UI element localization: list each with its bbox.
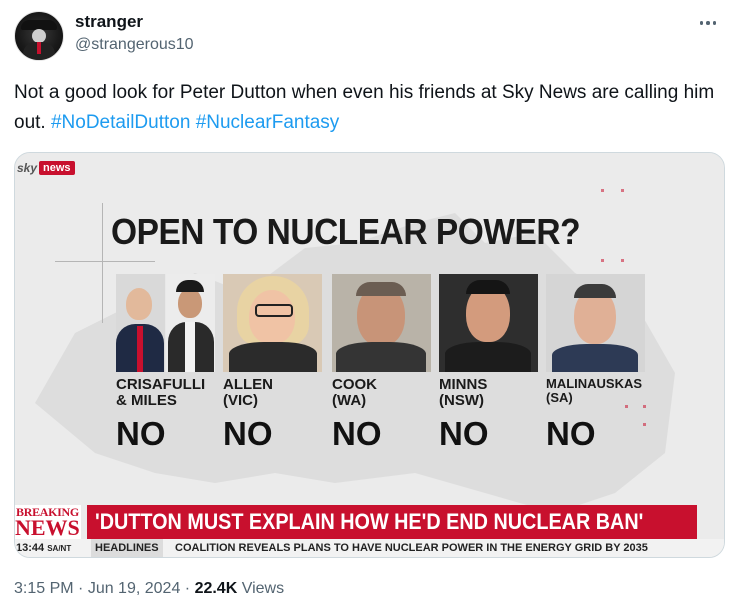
tweet-header: stranger @strangerous10 (14, 8, 723, 64)
name-line: CRISAFULLI (116, 376, 206, 393)
crosshair-line (102, 203, 103, 323)
politician-name: ALLEN (VIC) (223, 377, 273, 409)
ticker-zone: SA/NT (47, 544, 72, 553)
tweet-date[interactable]: Jun 19, 2024 (88, 580, 181, 597)
news-logo-badge: news (39, 161, 75, 175)
avatar[interactable] (14, 11, 64, 61)
name-line: (VIC) (223, 392, 258, 409)
breaking-headline-text: 'DUTTON MUST EXPLAIN HOW HE'D END NUCLEA… (95, 509, 644, 534)
verdict-label: NO (116, 415, 166, 452)
politician-photo (223, 274, 322, 372)
meta-separator: · (73, 580, 88, 597)
tweet-meta: 3:15 PM · Jun 19, 2024 · 22.4K Views (14, 580, 284, 598)
decor-dot (643, 423, 646, 426)
views-count[interactable]: 22.4K (195, 580, 238, 597)
news-text: NEWS (15, 515, 80, 540)
meta-separator: · (180, 580, 195, 597)
verdict-label: NO (439, 415, 489, 452)
graphic-headline: OPEN TO NUCLEAR POWER? (111, 211, 581, 252)
ticker-label: HEADLINES (91, 539, 163, 557)
politician-name: MALINAUSKAS (SA) (546, 377, 642, 405)
politician-photo (546, 274, 645, 372)
name-line: COOK (332, 376, 377, 393)
decor-dot (621, 259, 624, 262)
tweet-time[interactable]: 3:15 PM (14, 580, 74, 597)
politician-photo (332, 274, 431, 372)
name-line: & MILES (116, 392, 177, 409)
hashtag-link[interactable]: #NuclearFantasy (196, 112, 340, 133)
more-options-button[interactable] (695, 14, 721, 32)
views-label: Views (237, 580, 285, 597)
avatar-tie (37, 42, 41, 54)
name-line: (NSW) (439, 392, 484, 409)
verdict-label: NO (223, 415, 273, 452)
news-ticker: 13:44 SA/NT HEADLINES COALITION REVEALS … (15, 539, 724, 557)
breaking-news-bar: BREAKING NEWS 'DUTTON MUST EXPLAIN HOW H… (15, 505, 724, 540)
verdict-label: NO (546, 415, 596, 452)
more-dots-icon (706, 21, 710, 25)
author-display-name[interactable]: stranger (75, 12, 143, 32)
decor-dot (601, 259, 604, 262)
name-line: ALLEN (223, 376, 273, 393)
sky-logo-text: sky (17, 161, 38, 175)
breaking-headline: 'DUTTON MUST EXPLAIN HOW HE'D END NUCLEA… (87, 505, 697, 539)
decor-dot (601, 189, 604, 192)
tweet-text: Not a good look for Peter Dutton when ev… (14, 78, 719, 138)
crosshair-line (55, 261, 155, 262)
decor-dot (643, 405, 646, 408)
author-handle[interactable]: @strangerous10 (75, 36, 194, 54)
ticker-text: COALITION REVEALS PLANS TO HAVE NUCLEAR … (175, 542, 648, 554)
politician-photo (439, 274, 538, 372)
more-dots-icon (699, 21, 704, 25)
decor-dot (621, 189, 624, 192)
name-line: (WA) (332, 392, 367, 409)
ticker-clock: 13:44 (16, 542, 45, 554)
decor-dot (625, 405, 628, 408)
more-dots-icon (712, 21, 717, 25)
politician-name: MINNS (NSW) (439, 377, 487, 409)
avatar-face (32, 29, 46, 43)
tweet-media-image[interactable]: sky news OPEN TO NUCLEAR POWER? CRISAFUL… (14, 152, 725, 558)
name-line: MALINAUSKAS (546, 376, 643, 391)
politician-name: COOK (WA) (332, 377, 377, 409)
hashtag-link[interactable]: #NoDetailDutton (51, 112, 190, 133)
name-line: (SA) (546, 390, 573, 405)
name-line: MINNS (439, 376, 488, 393)
sky-news-logo: sky news (17, 161, 75, 175)
politician-photo (116, 274, 215, 372)
verdict-label: NO (332, 415, 382, 452)
breaking-news-label: BREAKING NEWS (15, 505, 81, 540)
ticker-time: 13:44 SA/NT (16, 542, 71, 554)
politician-name: CRISAFULLI & MILES (116, 377, 205, 409)
